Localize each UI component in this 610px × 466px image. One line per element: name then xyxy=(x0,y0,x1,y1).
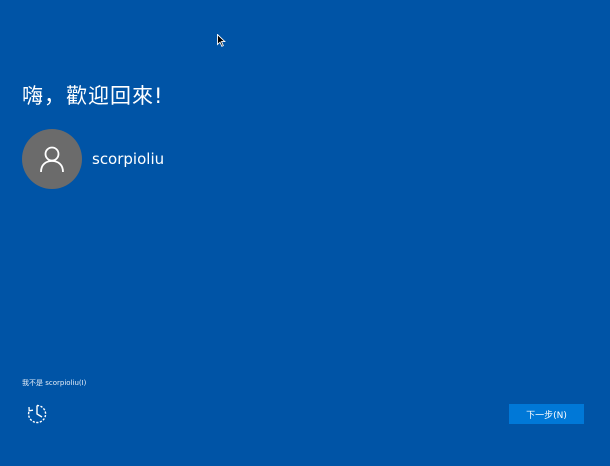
next-button[interactable]: 下一步(N) xyxy=(509,404,584,424)
ease-of-access-icon[interactable] xyxy=(26,403,48,425)
mouse-cursor-icon xyxy=(217,34,226,47)
user-avatar xyxy=(22,129,82,189)
user-person-icon xyxy=(40,146,64,173)
account-tile[interactable]: scorpioliu xyxy=(22,129,164,189)
welcome-heading: 嗨，歡迎回來! xyxy=(22,84,164,108)
account-username: scorpioliu xyxy=(92,150,165,168)
oobe-welcome-screen: 嗨，歡迎回來! scorpioliu 我不是 scorpioliu(I) 下一步… xyxy=(0,0,610,466)
not-me-link[interactable]: 我不是 scorpioliu(I) xyxy=(22,378,86,388)
